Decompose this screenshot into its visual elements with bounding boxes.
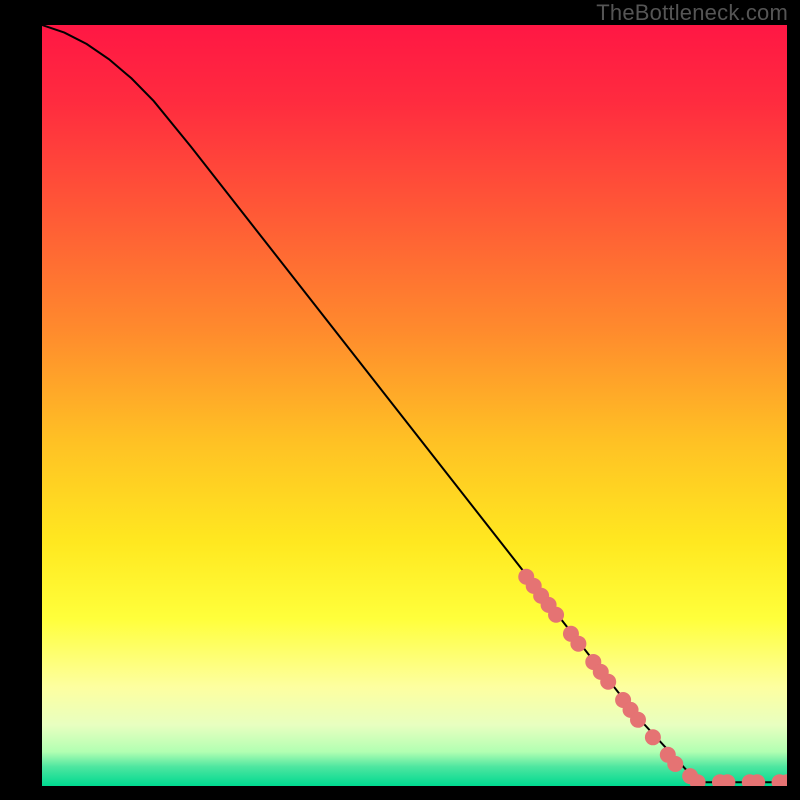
watermark-text: TheBottleneck.com (596, 0, 788, 26)
chart-plot-area (42, 25, 787, 786)
chart-stage: TheBottleneck.com (0, 0, 800, 800)
chart-background (42, 25, 787, 786)
data-point (667, 756, 683, 772)
data-point (600, 674, 616, 690)
data-point (645, 729, 661, 745)
data-point (548, 607, 564, 623)
data-point (570, 636, 586, 652)
chart-svg (42, 25, 787, 786)
data-point (630, 712, 646, 728)
